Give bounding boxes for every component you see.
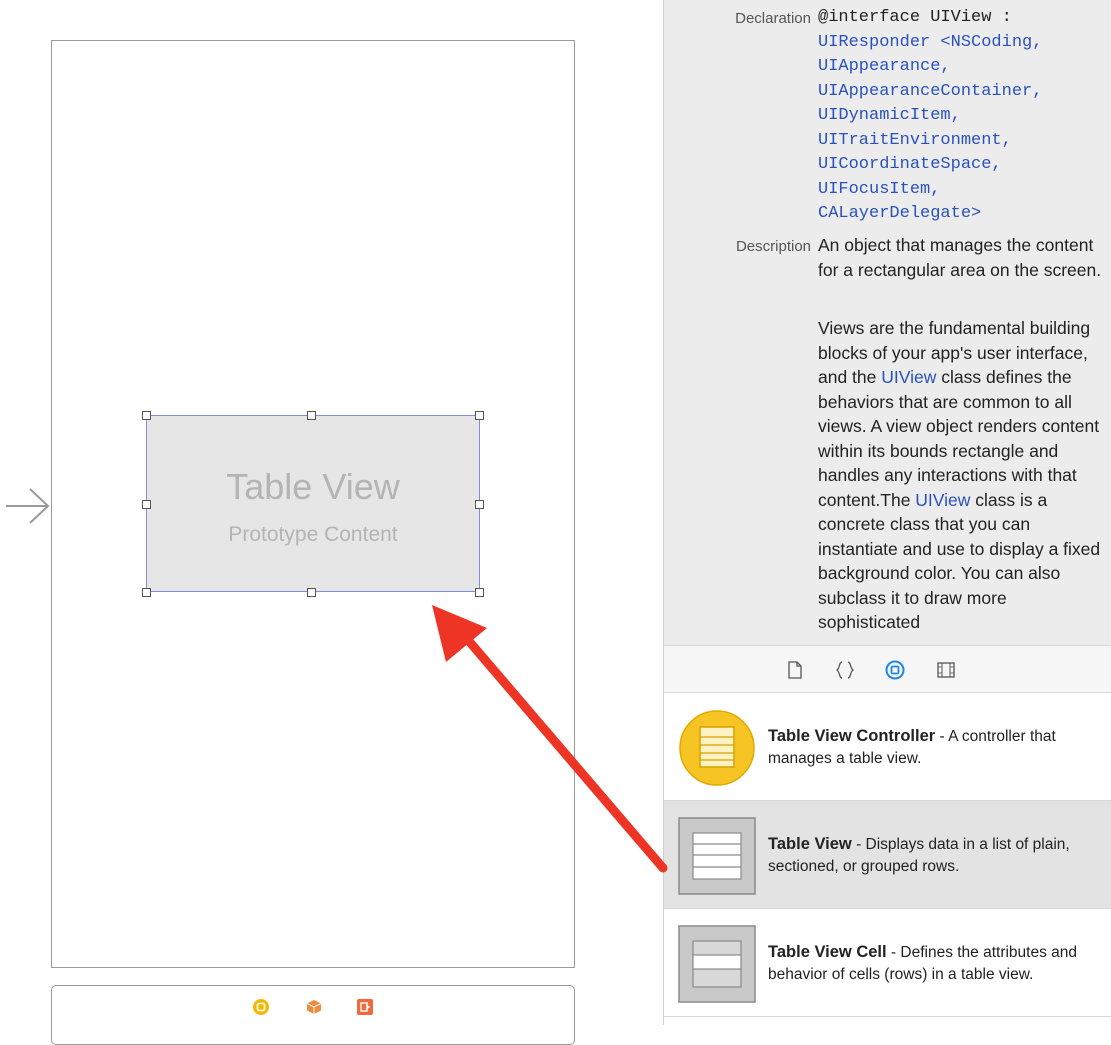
declaration-line[interactable]: UIDynamicItem, — [818, 104, 1108, 129]
first-responder-icon[interactable] — [306, 999, 322, 1015]
resize-handle-bottom-right[interactable] — [475, 588, 484, 597]
scene-dock — [51, 985, 575, 1045]
description-label: Description — [735, 238, 811, 255]
storyboard-canvas[interactable]: Table View Prototype Content — [0, 0, 663, 1045]
description-paragraph-2: Views are the fundamental building block… — [818, 316, 1108, 635]
object-library-icon[interactable] — [885, 660, 905, 680]
declaration-line[interactable]: UIResponder <NSCoding, — [818, 31, 1108, 56]
declaration-line[interactable]: UITraitEnvironment, — [818, 129, 1108, 154]
library-tab-bar — [664, 645, 1111, 693]
library-item-text: Table View Controller - A controller tha… — [768, 725, 1104, 770]
exit-icon[interactable] — [357, 999, 373, 1015]
uiview-link[interactable]: UIView — [881, 367, 936, 387]
declaration-line[interactable]: UIFocusItem, — [818, 178, 1108, 203]
table-view-placeholder[interactable]: Table View Prototype Content — [146, 415, 480, 592]
declaration-line[interactable]: UICoordinateSpace, — [818, 153, 1108, 178]
object-library-list: Table View Controller - A controller tha… — [664, 693, 1111, 1025]
description-text: class defines the behaviors that are com… — [818, 367, 1100, 510]
table-view-cell-icon — [678, 925, 756, 1003]
initial-view-controller-arrow-icon — [6, 488, 50, 524]
library-item-table-view[interactable]: Table View - Displays data in a list of … — [664, 801, 1111, 909]
declaration-label: Declaration — [735, 10, 811, 27]
view-controller-icon[interactable] — [253, 999, 269, 1015]
file-template-icon[interactable] — [785, 660, 805, 680]
declaration-value: @interface UIView : UIResponder <NSCodin… — [818, 6, 1108, 227]
declaration-line[interactable]: CALayerDelegate> — [818, 202, 1108, 227]
description-text: class is a concrete class that you can i… — [818, 489, 1101, 633]
library-item-text: Table View Cell - Defines the attributes… — [768, 941, 1104, 986]
library-item-name: Table View Controller — [768, 727, 936, 745]
table-view-icon — [678, 817, 756, 895]
table-view-title: Table View — [226, 466, 400, 507]
resize-handle-top[interactable] — [307, 411, 316, 420]
media-library-icon[interactable] — [936, 660, 956, 680]
library-item-name: Table View — [768, 835, 852, 853]
resize-handle-right[interactable] — [475, 500, 484, 509]
declaration-line: @interface UIView : — [818, 8, 1012, 27]
resize-handle-bottom[interactable] — [307, 588, 316, 597]
library-item-name: Table View Cell — [768, 943, 887, 961]
declaration-line[interactable]: UIAppearanceContainer, — [818, 80, 1108, 105]
utilities-pane: Declaration @interface UIView : UIRespon… — [663, 0, 1111, 1025]
library-item-text: Table View - Displays data in a list of … — [768, 833, 1104, 878]
resize-handle-left[interactable] — [142, 500, 151, 509]
quick-help-inspector: Declaration @interface UIView : UIRespon… — [664, 0, 1111, 645]
resize-handle-top-left[interactable] — [142, 411, 151, 420]
uiview-link[interactable]: UIView — [915, 490, 970, 510]
table-view-subtitle: Prototype Content — [228, 523, 398, 546]
declaration-line[interactable]: UIAppearance, — [818, 55, 1108, 80]
library-item-table-view-controller[interactable]: Table View Controller - A controller tha… — [664, 693, 1111, 801]
table-view-controller-icon — [679, 710, 755, 786]
resize-handle-top-right[interactable] — [475, 411, 484, 420]
resize-handle-bottom-left[interactable] — [142, 588, 151, 597]
code-snippet-icon[interactable] — [835, 660, 855, 680]
description-paragraph: An object that manages the content for a… — [818, 235, 1102, 280]
library-item-table-view-cell[interactable]: Table View Cell - Defines the attributes… — [664, 909, 1111, 1017]
